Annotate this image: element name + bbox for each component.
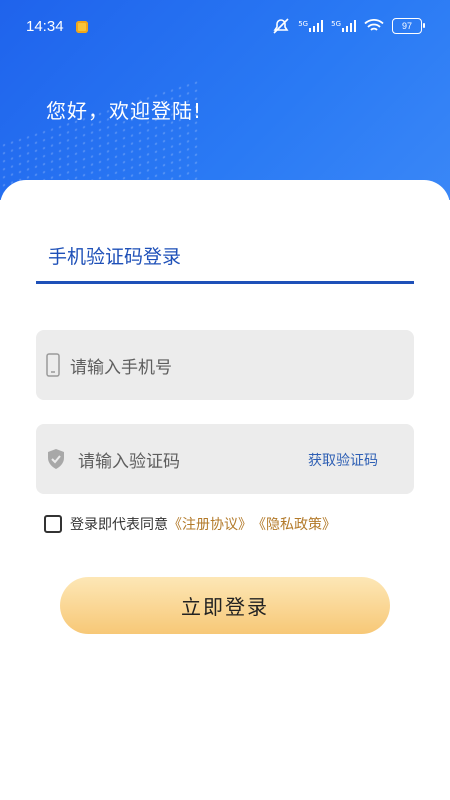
agreement-checkbox[interactable] <box>44 515 62 533</box>
user-agreement-link[interactable]: 《注册协议》 <box>168 514 252 534</box>
signal-5g-icon: 5G <box>331 20 356 32</box>
phone-icon <box>46 353 60 377</box>
phone-input[interactable]: 请输入手机号 <box>36 330 414 400</box>
agreement-row: 登录即代表同意 《注册协议》 《隐私政策》 <box>44 514 336 534</box>
wifi-icon <box>364 19 384 31</box>
status-bar: 14:34 5G 5G 97 <box>0 0 450 56</box>
verification-code-input[interactable]: 请输入验证码 获取验证码 <box>36 424 414 494</box>
login-card: 手机验证码登录 请输入手机号 请输入验证码 获取验证码 登录即代表同意 《注册协… <box>0 180 450 800</box>
mute-icon <box>273 18 289 34</box>
code-placeholder: 请输入验证码 <box>78 452 180 472</box>
get-code-button[interactable]: 获取验证码 <box>308 450 378 470</box>
status-icons: 5G 5G 97 <box>272 18 425 34</box>
agreement-text: 登录即代表同意 <box>70 517 168 533</box>
login-button[interactable]: 立即登录 <box>60 577 390 634</box>
privacy-policy-link[interactable]: 《隐私政策》 <box>252 514 336 534</box>
signal-5g-icon: 5G <box>298 20 324 32</box>
status-time: 14:34 <box>26 18 64 35</box>
battery-icon: 97 <box>392 18 425 34</box>
greeting-text: 您好，欢迎登陆! <box>46 99 203 123</box>
shield-icon <box>48 449 64 469</box>
tab-phone-code-login[interactable]: 手机验证码登录 <box>48 242 181 269</box>
tab-active-indicator <box>36 281 414 284</box>
phone-placeholder: 请输入手机号 <box>70 358 172 378</box>
notification-icon <box>76 21 88 33</box>
